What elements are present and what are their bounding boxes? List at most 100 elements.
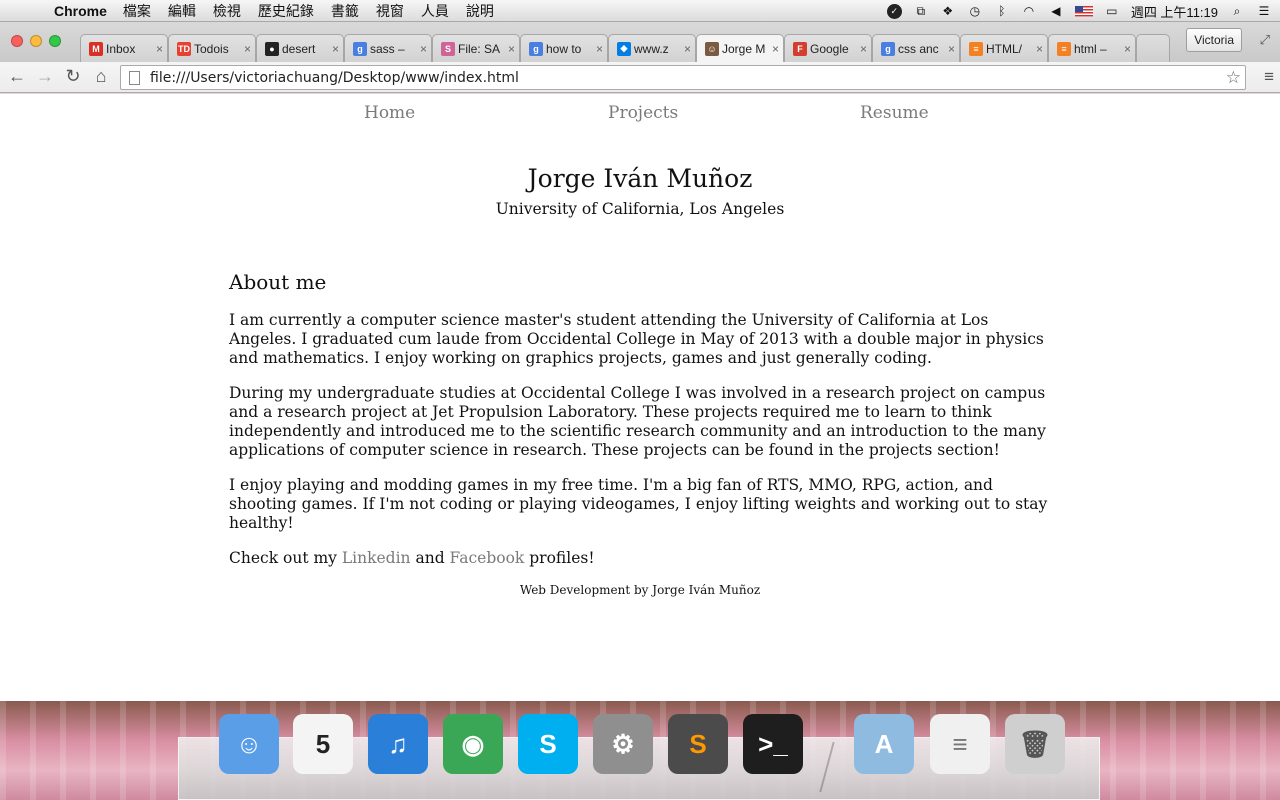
browser-tab[interactable]: g sass – × <box>344 34 432 62</box>
browser-toolbar: ← → ↻ ⌂ ☆ ≡ <box>0 62 1280 93</box>
terminal-icon: >_ <box>743 714 803 774</box>
browser-tab[interactable]: ≡ html – × <box>1048 34 1136 62</box>
facebook-link[interactable]: Facebook <box>450 549 525 567</box>
dock-item[interactable]: S <box>515 710 581 778</box>
google-icon: g <box>881 41 895 56</box>
google-icon: g <box>353 41 367 56</box>
fullscreen-icon[interactable]: ⤢ <box>1260 32 1270 48</box>
subtitle-university: University of California, Los Angeles <box>495 200 785 218</box>
tab-close-icon[interactable]: × <box>1036 42 1043 56</box>
tab-close-icon[interactable]: × <box>420 42 427 56</box>
us-flag-input-icon[interactable] <box>1074 5 1093 17</box>
dock-item[interactable]: A <box>851 710 917 778</box>
status-windows-icon[interactable]: ⧉ <box>913 4 929 18</box>
sublime-text-icon: S <box>668 714 728 774</box>
nav-projects-link[interactable]: Projects <box>608 103 678 123</box>
google-fonts-icon: F <box>793 41 807 56</box>
menubar-clock[interactable]: 週四 上午11:19 <box>1131 2 1218 21</box>
skype-icon: S <box>518 714 578 774</box>
bookmark-star-icon[interactable]: ☆ <box>1226 68 1241 88</box>
bluetooth-icon[interactable]: ᛒ <box>994 4 1010 18</box>
about-section: About me I am currently a computer scien… <box>229 270 1059 584</box>
tab-label: HTML/ <box>986 41 1022 56</box>
browser-tab[interactable]: ≡ HTML/ × <box>960 34 1048 62</box>
browser-tabstrip: M Inbox × TD Todois × ● desert × g sass – × S File: S… <box>0 22 1280 62</box>
linkedin-link[interactable]: Linkedin <box>342 549 411 567</box>
finder-icon: ☺ <box>219 714 279 774</box>
tab-close-icon[interactable]: × <box>860 42 867 56</box>
tab-close-icon[interactable]: × <box>684 42 691 56</box>
app-menu-chrome[interactable]: Chrome <box>54 3 107 19</box>
browser-tab[interactable]: F Google × <box>784 34 872 62</box>
menu-history[interactable]: 歷史紀錄 <box>258 1 314 21</box>
browser-tab[interactable]: ◆ www.z × <box>608 34 696 62</box>
tab-close-icon[interactable]: × <box>596 42 603 56</box>
dock-item[interactable]: S <box>665 710 731 778</box>
address-bar[interactable]: ☆ <box>120 65 1246 90</box>
tab-label: desert <box>282 41 316 56</box>
home-icon[interactable]: ⌂ <box>90 66 112 87</box>
menu-file[interactable]: 檔案 <box>123 1 151 21</box>
dock-item[interactable]: ☺ <box>216 710 282 778</box>
menu-edit[interactable]: 編輯 <box>168 1 196 21</box>
close-window-button[interactable] <box>11 35 23 47</box>
browser-tab[interactable]: ● desert × <box>256 34 344 62</box>
wifi-icon[interactable]: ◠ <box>1021 4 1037 18</box>
status-shield-icon[interactable]: ✓ <box>886 3 902 19</box>
menu-window[interactable]: 視窗 <box>376 1 404 21</box>
tab-close-icon[interactable]: × <box>772 42 779 56</box>
dock-item[interactable]: 5 <box>290 710 356 778</box>
url-input[interactable] <box>150 69 1226 86</box>
browser-tab[interactable]: TD Todois × <box>168 34 256 62</box>
new-tab-button[interactable] <box>1136 34 1170 62</box>
reload-icon[interactable]: ↻ <box>62 66 84 87</box>
dock-item[interactable]: ◉ <box>440 710 506 778</box>
window-controls <box>11 35 61 47</box>
time-machine-icon[interactable]: ◷ <box>967 4 983 18</box>
spotlight-search-icon[interactable]: ⌕ <box>1229 4 1245 18</box>
chrome-menu-icon[interactable]: ≡ <box>1264 67 1274 87</box>
nav-home-link[interactable]: Home <box>364 103 415 123</box>
menu-help[interactable]: 說明 <box>466 1 494 21</box>
menu-view[interactable]: 檢視 <box>213 1 241 21</box>
about-paragraph: I am currently a computer science master… <box>229 311 1044 367</box>
tab-close-icon[interactable]: × <box>1124 42 1131 56</box>
minimize-window-button[interactable] <box>30 35 42 47</box>
page-viewport: Home Projects Resume Jorge Iván Muñoz Un… <box>0 94 1280 701</box>
browser-tab[interactable]: g how to × <box>520 34 608 62</box>
calendar-icon: 5 <box>293 714 353 774</box>
browser-tab[interactable]: S File: SA × <box>432 34 520 62</box>
about-paragraph: During my undergraduate studies at Occid… <box>229 384 1046 459</box>
dock-item[interactable]: 🗑 <box>1002 710 1068 778</box>
dock-item[interactable]: ⚙ <box>590 710 656 778</box>
menu-bookmarks[interactable]: 書籤 <box>331 1 359 21</box>
volume-icon[interactable]: ◀ <box>1048 4 1064 18</box>
dock-item[interactable]: ≡ <box>927 710 993 778</box>
nav-resume-link[interactable]: Resume <box>860 103 929 123</box>
gmail-icon: M <box>89 41 103 56</box>
notification-center-icon[interactable]: ☰ <box>1256 4 1272 18</box>
github-icon: ● <box>265 41 279 56</box>
forward-arrow-icon[interactable]: → <box>34 66 56 87</box>
profiles-prefix: Check out my <box>229 549 342 567</box>
tab-close-icon[interactable]: × <box>156 42 163 56</box>
dock-item[interactable]: ♫ <box>365 710 431 778</box>
tab-close-icon[interactable]: × <box>948 42 955 56</box>
battery-icon[interactable]: ▭ <box>1104 4 1120 18</box>
menu-people[interactable]: 人員 <box>421 1 449 21</box>
browser-tab[interactable]: M Inbox × <box>80 34 168 62</box>
browser-tab[interactable]: g css anc × <box>872 34 960 62</box>
tab-label: sass – <box>370 41 405 56</box>
tab-close-icon[interactable]: × <box>244 42 251 56</box>
profile-button[interactable]: Victoria <box>1186 28 1242 52</box>
tab-label: html – <box>1074 41 1107 56</box>
back-arrow-icon[interactable]: ← <box>6 66 28 87</box>
browser-tab[interactable]: ☺ Jorge M × <box>696 34 784 62</box>
zoom-window-button[interactable] <box>49 35 61 47</box>
about-paragraph: I enjoy playing and modding games in my … <box>229 476 1048 532</box>
tab-close-icon[interactable]: × <box>508 42 515 56</box>
tab-close-icon[interactable]: × <box>332 42 339 56</box>
dropbox-status-icon[interactable]: ❖ <box>940 4 956 18</box>
macos-menubar: Chrome 檔案 編輯 檢視 歷史紀錄 書籤 視窗 人員 說明 ✓ ⧉ ❖ ◷… <box>0 0 1280 22</box>
dock-item[interactable]: >_ <box>740 710 806 778</box>
